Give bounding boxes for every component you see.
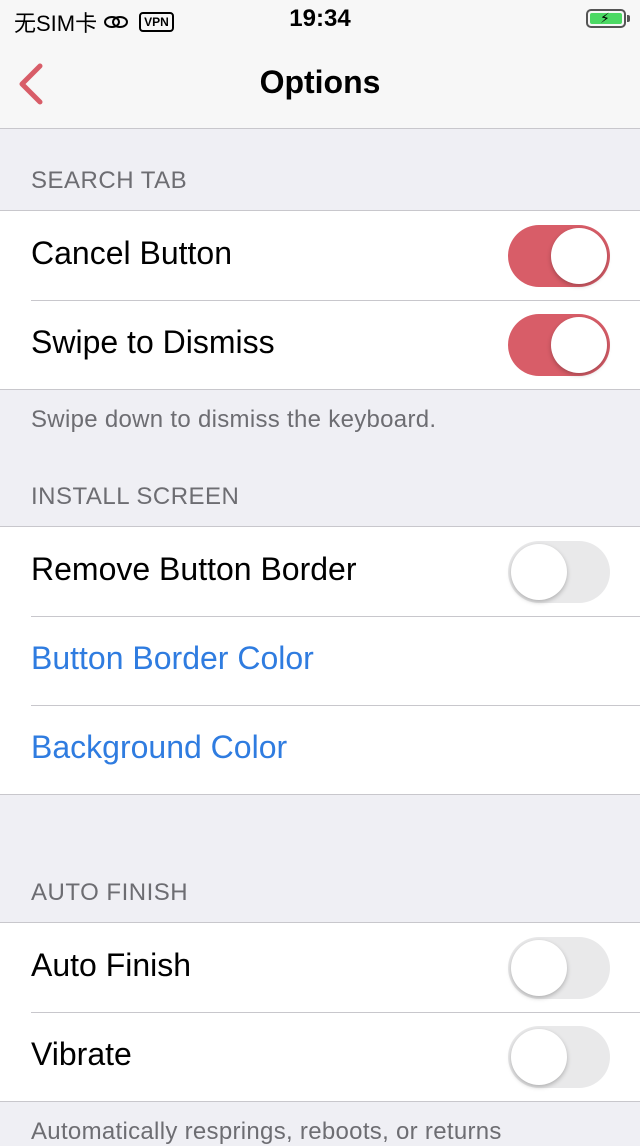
toggle-knob (551, 228, 607, 284)
section-header-search-tab: SEARCH TAB (31, 167, 188, 194)
search-tab-group: Cancel Button Swipe to Dismiss (0, 210, 640, 390)
row-label: Vibrate (31, 1036, 132, 1072)
row-label: Auto Finish (31, 947, 192, 983)
auto-finish-group: Auto Finish Vibrate (0, 922, 640, 1102)
install-screen-group: Remove Button Border Button Border Color… (0, 526, 640, 795)
charging-bolt-icon: ⚡ (600, 10, 610, 26)
row-button-border-color[interactable]: Button Border Color (0, 616, 640, 705)
vibrate-toggle[interactable] (508, 1026, 610, 1088)
background-color-link[interactable]: Background Color (31, 729, 287, 766)
search-tab-footer: Swipe down to dismiss the keyboard. (31, 406, 437, 433)
auto-finish-toggle[interactable] (508, 937, 610, 999)
status-time: 19:34 (289, 5, 351, 32)
status-bar: 无SIM卡 VPN 19:34 ⚡ (0, 0, 640, 40)
row-cancel-button: Cancel Button (0, 211, 640, 300)
row-label: Cancel Button (31, 235, 233, 271)
swipe-to-dismiss-toggle[interactable] (508, 314, 610, 376)
row-background-color[interactable]: Background Color (0, 705, 640, 794)
toggle-knob (511, 1029, 567, 1085)
section-header-install-screen: INSTALL SCREEN (31, 483, 240, 510)
cancel-button-toggle[interactable] (508, 225, 610, 287)
page-title: Options (259, 64, 381, 100)
section-header-auto-finish: AUTO FINISH (31, 879, 189, 906)
row-auto-finish: Auto Finish (0, 923, 640, 1012)
navigation-bar: Options (0, 40, 640, 129)
battery-icon: ⚡ (586, 9, 630, 28)
row-vibrate: Vibrate (0, 1012, 640, 1101)
remove-button-border-toggle[interactable] (508, 541, 610, 603)
row-label: Swipe to Dismiss (31, 324, 275, 360)
toggle-knob (511, 544, 567, 600)
row-remove-button-border: Remove Button Border (0, 527, 640, 616)
toggle-knob (551, 317, 607, 373)
auto-finish-footer: Automatically resprings, reboots, or ret… (31, 1118, 502, 1145)
row-swipe-to-dismiss: Swipe to Dismiss (0, 300, 640, 389)
row-label: Remove Button Border (31, 551, 357, 587)
toggle-knob (511, 940, 567, 996)
button-border-color-link[interactable]: Button Border Color (31, 640, 314, 677)
